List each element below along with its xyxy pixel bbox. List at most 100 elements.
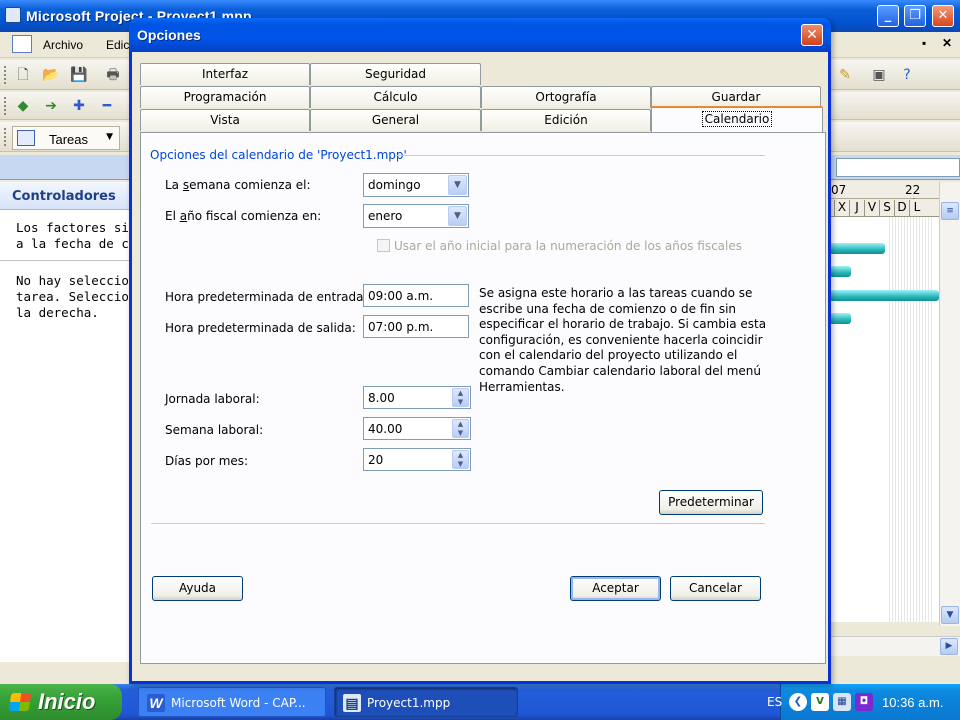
week-start-select[interactable]: domingo ▼ [363,173,469,197]
start-button[interactable]: Inicio [0,684,122,720]
gantt-chart-area[interactable]: 07 22 ab X J V S D L [829,182,939,622]
gantt-bar[interactable] [829,266,851,277]
spin-arrows-icon[interactable]: ▲ ▼ [452,388,469,407]
cancel-button[interactable]: Cancelar [670,576,761,601]
set-as-default-button[interactable]: Predeterminar [659,490,763,515]
outdent-arrow-icon[interactable]: ◆ [14,97,32,115]
hours-per-week-spinner[interactable]: 40.00 ▲ ▼ [363,417,471,440]
chevron-down-icon: ▼ [106,132,113,142]
new-file-icon[interactable]: 🗋 [14,66,32,84]
pane-text-line: la derecha. [16,305,99,320]
spin-arrows-icon[interactable]: ▲ ▼ [452,419,469,438]
show-subtasks-icon[interactable]: ✚ [70,97,88,115]
tab-programacion[interactable]: Programación [140,86,310,108]
pane-title: Controladores [12,189,116,204]
fiscal-numbering-label: Usar el año inicial para la numeración d… [394,239,742,253]
minimize-button[interactable]: _ [877,5,899,27]
end-time-input[interactable]: 07:00 p.m. [363,315,469,338]
panel-divider [151,523,765,524]
help-icon[interactable]: ? [898,66,916,84]
end-time-label: Hora predeterminada de salida: [165,321,356,335]
scroll-thumb[interactable]: ≡ [941,202,959,220]
vertical-scrollbar[interactable]: ≡ ▼ [939,182,960,626]
pane-divider [0,260,140,261]
antivirus-icon[interactable]: V [811,693,829,711]
horizontal-scrollbar[interactable]: ▶ [829,636,960,656]
tab-guardar[interactable]: Guardar [651,86,821,108]
taskbar: Inicio W Microsoft Word - CAP... ▤ Proye… [0,684,960,720]
dialog-title: Opciones [137,27,201,43]
app-close-button[interactable]: ✕ [932,5,954,27]
chevron-down-icon[interactable]: ▼ [448,206,467,226]
pane-text-line: Los factores sig [16,220,137,235]
tab-vista[interactable]: Vista [140,109,310,131]
tab-seguridad[interactable]: Seguridad [310,63,481,85]
tab-interfaz[interactable]: Interfaz [140,63,310,85]
day-label: X [834,200,849,216]
indent-arrow-icon[interactable]: ➔ [42,97,60,115]
time-help-note: Se asigna este horario a las tareas cuan… [479,286,767,394]
pane-text-line: No hay seleccion [16,273,137,288]
menu-archivo[interactable]: Archivo [43,38,83,52]
messenger-icon[interactable]: ◘ [855,693,873,711]
language-indicator[interactable]: ES [767,695,782,709]
hide-subtasks-icon[interactable]: ━ [98,97,116,115]
system-tray: ES ❮ V ▦ ◘ 10:36 a.m. [767,684,960,720]
fiscal-numbering-checkbox[interactable] [377,239,390,252]
print-icon[interactable]: 🖶 [104,66,122,84]
format-painter-icon[interactable]: ✎ [836,66,854,84]
tareas-label: Tareas [49,132,89,147]
day-label: V [864,200,879,216]
pane-text-line: tarea. Seleccione [16,289,144,304]
clock: 10:36 a.m. [882,695,944,710]
dialog-title-bar[interactable]: Opciones ✕ [129,18,831,52]
network-icon[interactable]: ▦ [833,693,851,711]
hours-per-day-spinner[interactable]: 8.00 ▲ ▼ [363,386,471,409]
start-time-input[interactable]: 09:00 a.m. [363,284,469,307]
project-app-icon [5,7,21,23]
tab-edicion[interactable]: Edición [481,109,651,131]
scroll-down-icon[interactable]: ▼ [941,606,959,624]
gantt-bar[interactable] [829,290,939,301]
entry-field[interactable] [836,158,960,177]
gantt-bar[interactable] [829,243,885,254]
week-start-label: La semana comienza el: [165,178,311,192]
copy-picture-icon[interactable]: ▣ [870,66,888,84]
scroll-right-icon[interactable]: ▶ [940,638,958,655]
help-button[interactable]: Ayuda [152,576,243,601]
hours-per-day-value: 8.00 [368,391,395,405]
document-icon[interactable] [12,35,32,53]
toolbar-grip[interactable] [4,128,7,146]
save-icon[interactable]: 💾 [70,66,88,84]
tab-ortografia[interactable]: Ortografía [481,86,651,108]
fiscal-year-select[interactable]: enero ▼ [363,204,469,228]
close-icon[interactable]: ✕ [801,24,823,46]
maximize-button[interactable]: ❐ [904,5,926,27]
tab-calculo[interactable]: Cálculo [310,86,481,108]
restore-doc-icon[interactable]: ▪ [922,36,926,50]
day-label: J [849,200,864,216]
start-time-label: Hora predeterminada de entrada: [165,290,368,304]
project-guide-pane: Controladores Los factores sig a la fech… [0,182,144,662]
hours-per-day-label: Jornada laboral: [165,392,260,406]
tab-calendario[interactable]: Calendario [651,106,823,132]
chevron-down-icon[interactable]: ▼ [448,175,467,195]
gantt-bar[interactable] [829,313,851,324]
toolbar-grip[interactable] [4,97,7,115]
tray-arrow-icon[interactable]: ❮ [789,693,807,711]
taskbar-item-word[interactable]: W Microsoft Word - CAP... [138,687,326,717]
hours-per-week-value: 40.00 [368,422,403,436]
days-per-month-spinner[interactable]: 20 ▲ ▼ [363,448,471,471]
spin-arrows-icon[interactable]: ▲ ▼ [452,450,469,469]
ok-button[interactable]: Aceptar [570,576,661,601]
close-doc-icon[interactable]: ✕ [942,36,952,50]
open-folder-icon[interactable]: 📂 [42,66,60,84]
project-icon: ▤ [343,694,361,712]
toolbar-grip[interactable] [4,66,7,84]
taskbar-item-project[interactable]: ▤ Proyect1.mpp [334,687,518,717]
pane-header: Controladores [0,182,140,210]
menu-edicion[interactable]: Edic [106,38,129,52]
start-label: Inicio [38,689,96,714]
tab-general[interactable]: General [310,109,481,131]
tareas-dropdown[interactable]: Tareas ▼ [12,126,120,150]
